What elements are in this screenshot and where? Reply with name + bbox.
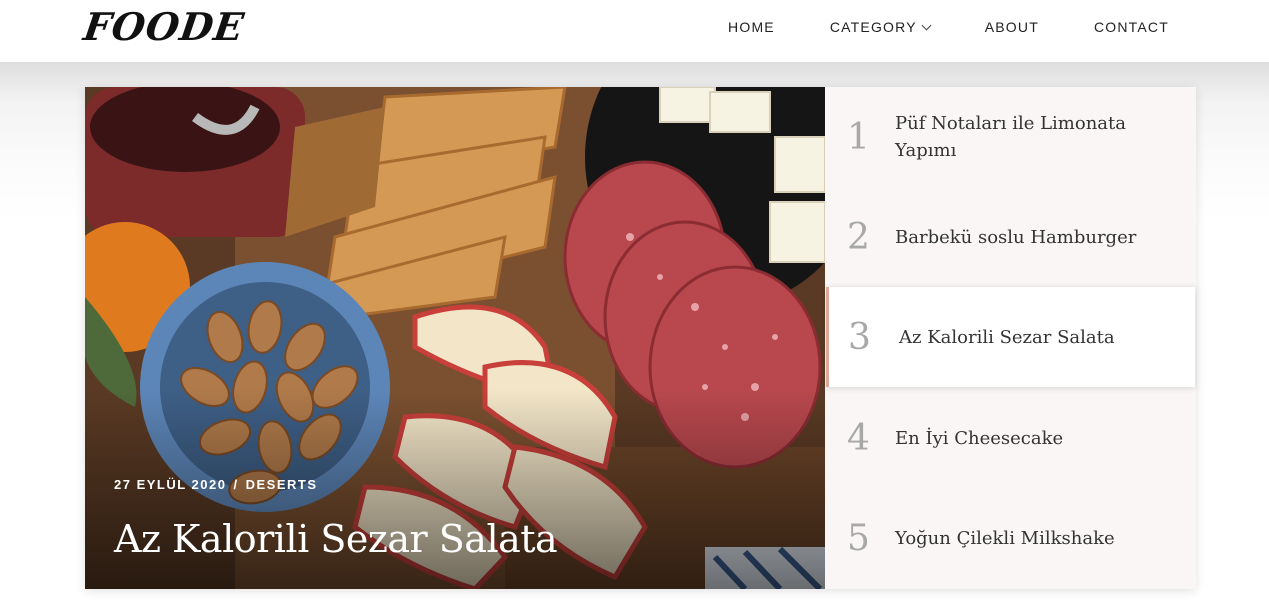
- featured-post-date: 27 EYLÜL 2020: [114, 477, 227, 492]
- featured-post-category[interactable]: DESERTS: [246, 477, 318, 492]
- post-title: Püf Notaları ile Limonata Yapımı: [895, 113, 1127, 161]
- nav-home[interactable]: HOME: [728, 19, 775, 35]
- meta-separator: /: [233, 477, 239, 492]
- list-item[interactable]: 5 Yoğun Çilekli Milkshake: [825, 488, 1196, 588]
- post-number: 5: [847, 517, 870, 559]
- featured-section: 27 EYLÜL 2020 / DESERTS Az Kalorili Sezar …: [85, 87, 1196, 589]
- post-number: 3: [848, 316, 871, 358]
- post-title: En İyi Cheesecake: [895, 427, 1064, 449]
- post-title: Yoğun Çilekli Milkshake: [895, 527, 1115, 549]
- main-nav: HOME CATEGORY ABOUT CONTACT: [673, 0, 1169, 54]
- featured-post-title[interactable]: Az Kalorili Sezar Salata: [114, 517, 558, 561]
- nav-contact[interactable]: CONTACT: [1094, 19, 1169, 35]
- post-title: Barbekü soslu Hamburger: [895, 226, 1137, 248]
- nav-contact-label: CONTACT: [1093, 19, 1169, 35]
- post-title: Az Kalorili Sezar Salata: [899, 326, 1115, 348]
- post-number: 2: [847, 216, 870, 258]
- list-item-active[interactable]: 3 Az Kalorili Sezar Salata: [826, 287, 1195, 387]
- chevron-down-icon: [921, 20, 932, 30]
- nav-about-label: ABOUT: [984, 19, 1039, 35]
- site-logo[interactable]: FOODE: [80, 2, 247, 52]
- popular-posts-list: 1 Püf Notaları ile Limonata Yapımı 2 Bar…: [825, 87, 1196, 589]
- nav-home-label: HOME: [728, 19, 775, 35]
- nav-about[interactable]: ABOUT: [985, 19, 1039, 35]
- site-header: FOODE HOME CATEGORY ABOUT CONTACT: [0, 0, 1269, 62]
- nav-category-label: CATEGORY: [829, 19, 917, 35]
- featured-post[interactable]: 27 EYLÜL 2020 / DESERTS Az Kalorili Sezar …: [85, 87, 825, 589]
- nav-category[interactable]: CATEGORY: [829, 19, 932, 35]
- featured-post-meta: 27 EYLÜL 2020 / DESERTS: [114, 477, 318, 492]
- list-item[interactable]: 2 Barbekü soslu Hamburger: [825, 187, 1196, 287]
- post-number: 4: [847, 417, 870, 459]
- list-item[interactable]: 4 En İyi Cheesecake: [825, 388, 1196, 488]
- list-item[interactable]: 1 Püf Notaları ile Limonata Yapımı: [825, 87, 1196, 187]
- post-number: 1: [847, 116, 870, 158]
